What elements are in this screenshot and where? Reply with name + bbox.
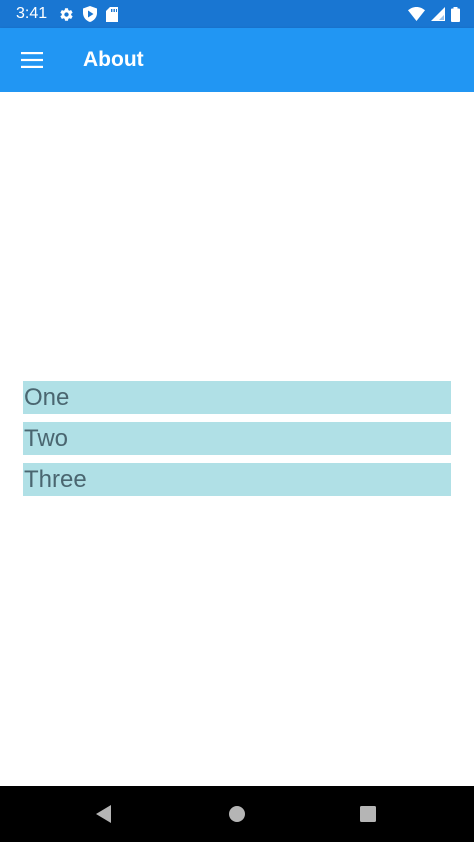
status-time: 3:41 [16, 5, 48, 22]
cell-signal-icon [431, 7, 445, 21]
battery-icon [451, 6, 460, 22]
recents-icon[interactable] [338, 786, 398, 842]
list-item-three[interactable]: Three [23, 463, 451, 496]
status-icons-left [59, 6, 119, 22]
list-item-one[interactable]: One [23, 381, 451, 414]
hamburger-menu-icon[interactable] [0, 28, 64, 92]
gear-icon [59, 7, 74, 22]
sd-card-icon [106, 6, 119, 22]
item-list: One Two Three [23, 381, 451, 496]
about-content: One Two Three [0, 92, 474, 786]
wifi-icon [408, 7, 425, 21]
play-protect-icon [83, 6, 98, 22]
navigation-bar [0, 786, 474, 842]
page-title: About [83, 48, 144, 71]
app-bar: About [0, 28, 474, 92]
home-icon[interactable] [207, 786, 267, 842]
status-bar: 3:41 [0, 0, 474, 28]
list-item-two[interactable]: Two [23, 422, 451, 455]
back-icon[interactable] [74, 786, 134, 842]
status-icons-right [408, 6, 460, 22]
